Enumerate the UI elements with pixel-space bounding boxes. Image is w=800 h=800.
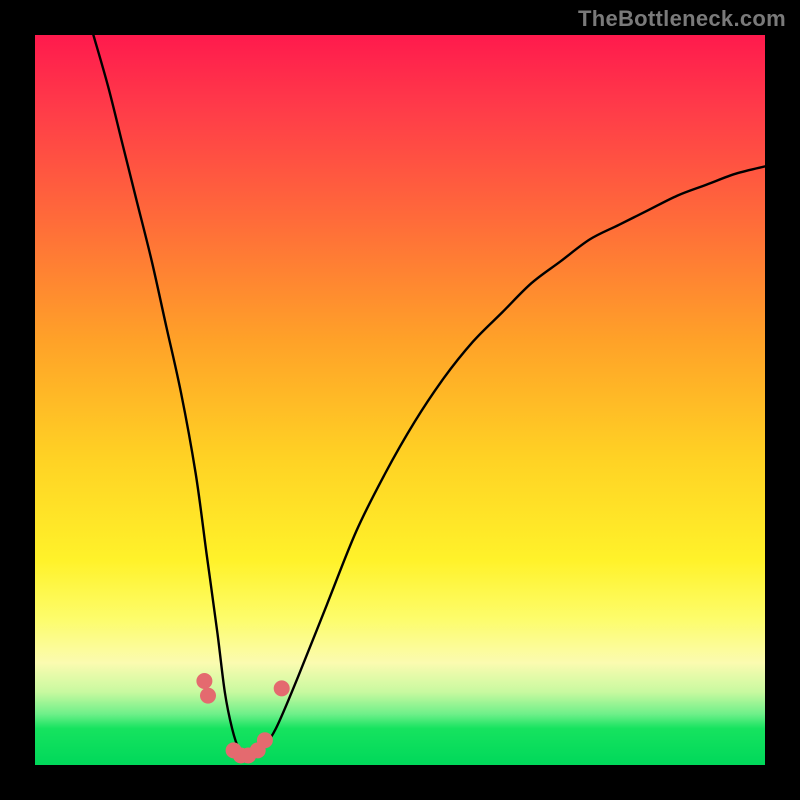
figure-frame: TheBottleneck.com: [0, 0, 800, 800]
chart-svg: [35, 35, 765, 765]
trough-markers: [196, 673, 289, 764]
marker-right-upper: [274, 680, 290, 696]
marker-left-edge-bottom: [200, 688, 216, 704]
bottleneck-curve: [93, 35, 765, 759]
marker-right-rise: [257, 732, 273, 748]
marker-left-edge-top: [196, 673, 212, 689]
plot-area: [35, 35, 765, 765]
watermark-text: TheBottleneck.com: [578, 6, 786, 32]
